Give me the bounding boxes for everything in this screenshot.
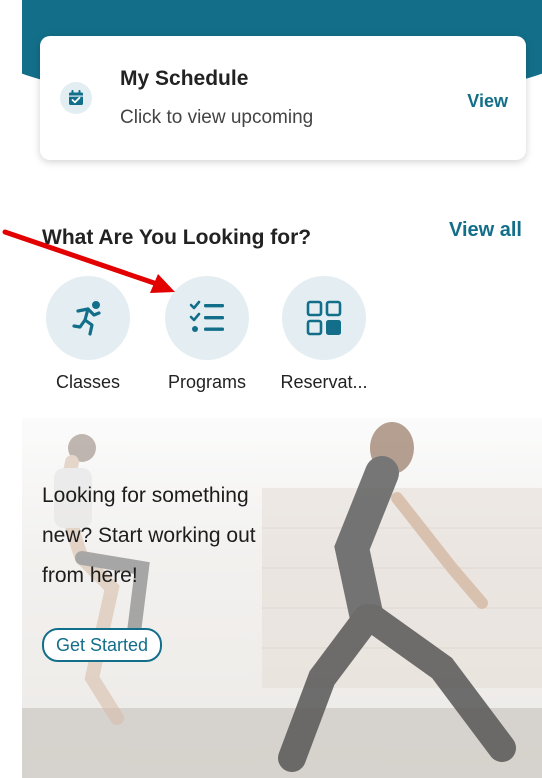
category-label: Reservat...	[280, 372, 368, 392]
app-screen: My Schedule Click to view upcoming View …	[22, 0, 542, 778]
left-gutter	[0, 0, 22, 778]
hero-line-2: new? Start working out	[42, 524, 256, 547]
grid-icon	[282, 276, 366, 360]
calendar-check-icon	[60, 82, 92, 114]
category-label: Classes	[55, 372, 121, 392]
hero-text: Looking for something new? Start working…	[42, 476, 362, 596]
category-classes[interactable]: Classes	[28, 276, 148, 393]
schedule-title: My Schedule	[120, 67, 249, 90]
category-reservations[interactable]: Reservat...	[264, 276, 384, 393]
section-title: What Are You Looking for?	[42, 226, 312, 249]
category-programs[interactable]: Programs	[147, 276, 267, 393]
checklist-icon	[165, 276, 249, 360]
schedule-subtitle: Click to view upcoming	[120, 107, 314, 128]
category-label: Programs	[167, 372, 247, 392]
view-all-link[interactable]: View all	[449, 219, 522, 242]
hero-line-3: from here!	[42, 564, 138, 587]
running-icon	[46, 276, 130, 360]
schedule-view-link[interactable]: View	[467, 91, 508, 112]
hero-line-1: Looking for something	[42, 484, 249, 507]
schedule-card[interactable]: My Schedule Click to view upcoming View	[40, 36, 526, 160]
get-started-button[interactable]: Get Started	[42, 628, 163, 662]
hero-photo	[22, 418, 542, 778]
hero-banner: Looking for something new? Start working…	[22, 418, 542, 778]
